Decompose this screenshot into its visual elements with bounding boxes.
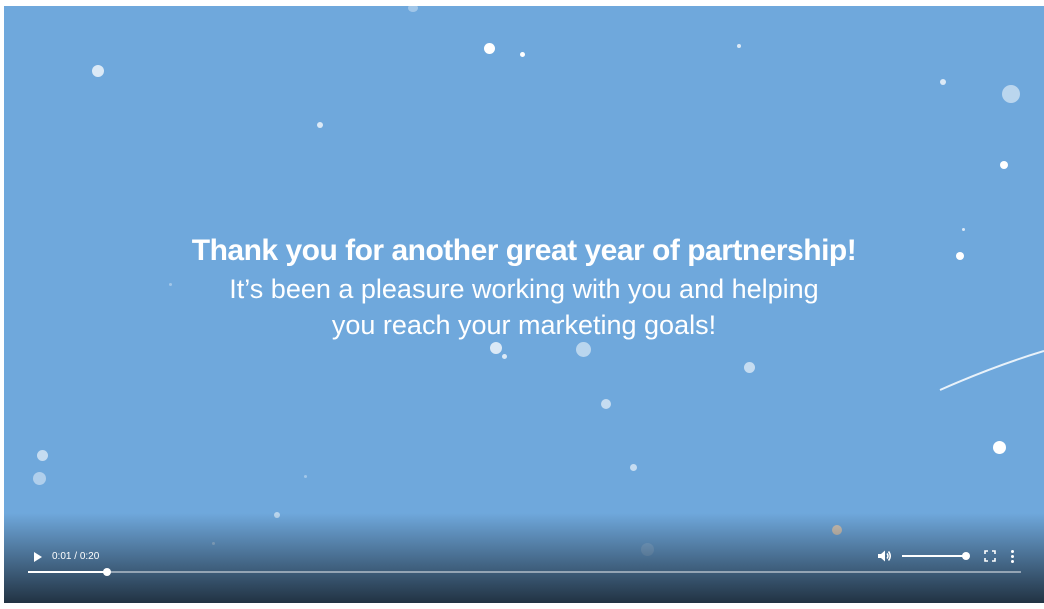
player-controls: 0:01 / 0:20 — [4, 6, 1044, 603]
fullscreen-button[interactable] — [983, 549, 997, 563]
progress-bar[interactable] — [28, 568, 1021, 576]
volume-fill — [902, 555, 966, 557]
progress-scrubber[interactable] — [103, 568, 112, 576]
volume-icon — [878, 550, 891, 562]
more-options-button[interactable] — [1008, 549, 1018, 563]
time-separator: / — [71, 551, 80, 562]
fullscreen-icon — [984, 550, 996, 562]
play-icon — [34, 552, 42, 562]
progress-track — [28, 571, 1021, 573]
duration: 0:20 — [79, 551, 100, 562]
progress-fill — [28, 571, 108, 573]
mute-button[interactable] — [877, 549, 893, 563]
time-display: 0:01 / 0:20 — [52, 550, 99, 564]
video-player[interactable]: Thank you for another great year of part… — [4, 6, 1044, 603]
current-time: 0:01 — [52, 551, 72, 562]
play-button[interactable] — [32, 550, 46, 564]
volume-knob[interactable] — [961, 552, 970, 560]
volume-slider[interactable] — [902, 552, 970, 560]
